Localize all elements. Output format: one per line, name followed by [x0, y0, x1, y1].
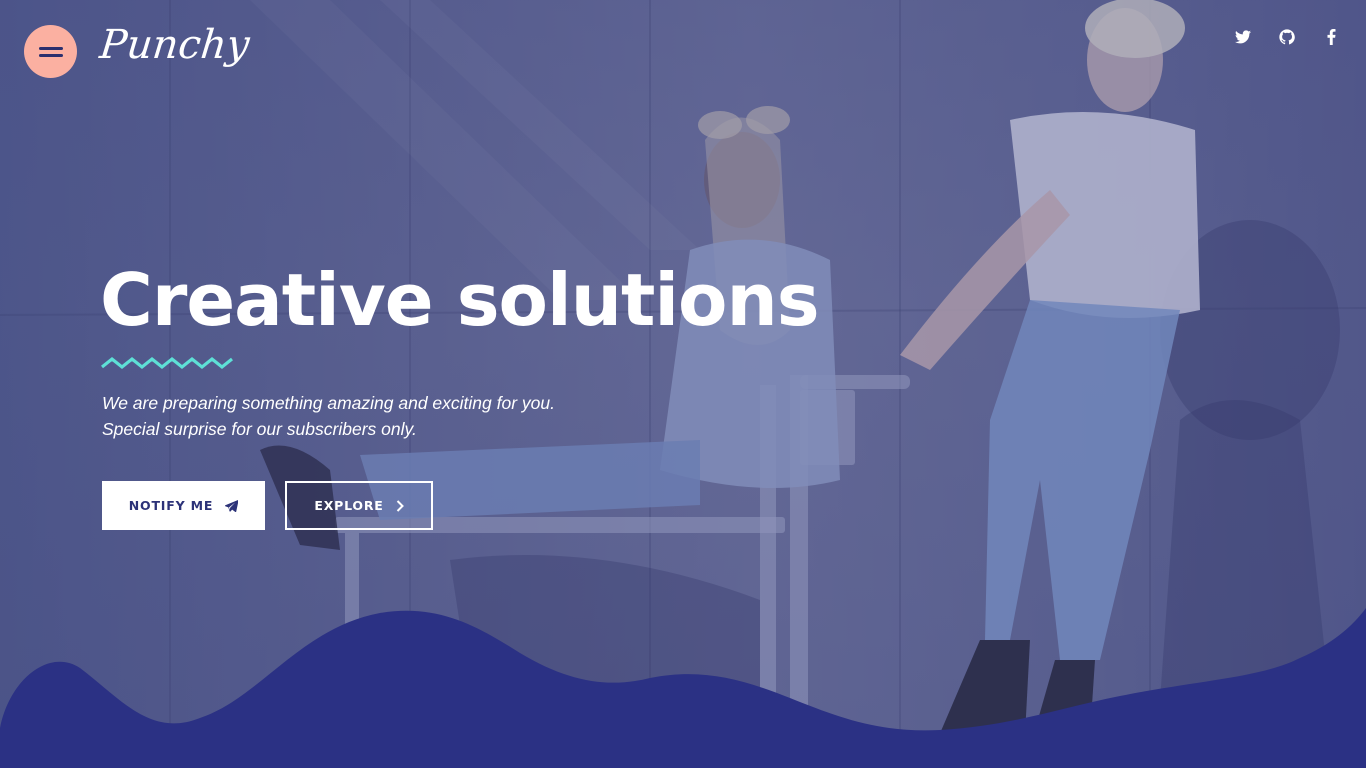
- hero-subtitle: We are preparing something amazing and e…: [102, 390, 555, 442]
- zigzag-divider-icon: [101, 356, 233, 370]
- hero-subtitle-line1: We are preparing something amazing and e…: [102, 393, 555, 413]
- social-links: [1234, 28, 1340, 46]
- notify-me-label: NOTIFY ME: [128, 498, 214, 513]
- bottom-wave-shape: [0, 608, 1366, 768]
- notify-me-button[interactable]: NOTIFY ME: [102, 481, 265, 530]
- menu-button[interactable]: [24, 25, 77, 78]
- explore-label: EXPLORE: [314, 498, 384, 513]
- facebook-icon[interactable]: [1322, 28, 1340, 46]
- hamburger-menu-icon: [38, 46, 63, 57]
- github-icon[interactable]: [1278, 28, 1296, 46]
- hero-title: Creative solutions: [100, 258, 820, 342]
- landing-page: Punchy Creative solutions We are prepari…: [0, 0, 1366, 768]
- chevron-right-icon: [396, 499, 404, 512]
- twitter-icon[interactable]: [1234, 28, 1252, 46]
- brand-logo[interactable]: Punchy: [98, 22, 252, 68]
- hero-subtitle-line2: Special surprise for our subscribers onl…: [102, 419, 417, 439]
- paper-plane-icon: [225, 499, 239, 512]
- explore-button[interactable]: EXPLORE: [285, 481, 433, 530]
